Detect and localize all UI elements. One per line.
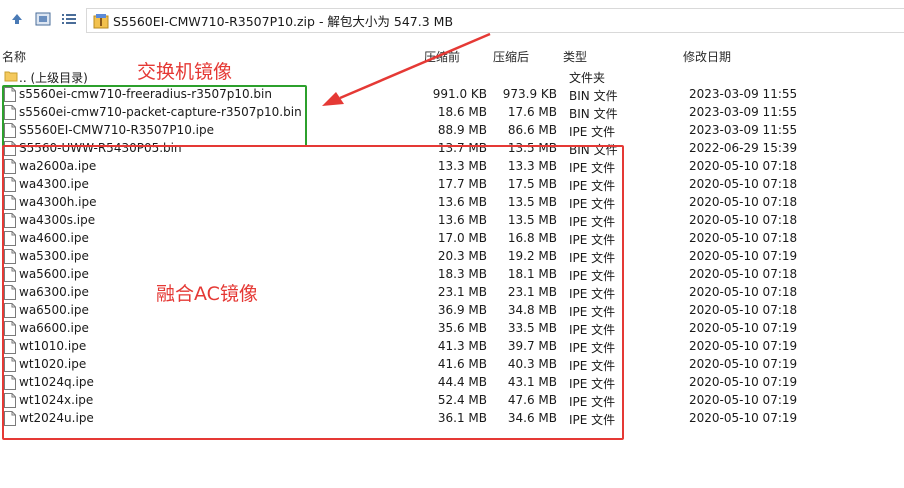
annotation-arrow: [322, 32, 491, 106]
